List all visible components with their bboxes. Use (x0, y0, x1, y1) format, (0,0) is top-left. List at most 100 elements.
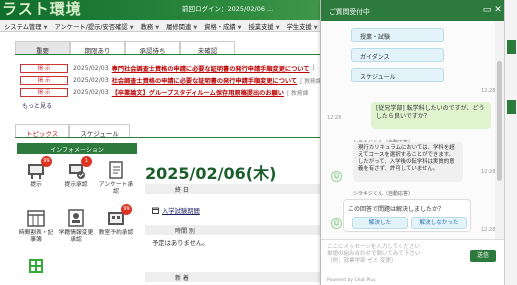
announcement-tabs: 重要 期限あり 承認待ち 未確認 (15, 41, 235, 55)
announcement-date: 2025/02/03 (73, 76, 109, 84)
side-tab[interactable] (507, 40, 516, 54)
list-item: 掲 示 2025/02/03 社会調査士資格の申請に必要な証明書の発行申請手順変… (20, 74, 320, 86)
tab-topics[interactable]: トピックス (15, 124, 70, 138)
room-reservation-icon: 99 (106, 204, 132, 228)
timestamp: 12:28 (327, 115, 342, 121)
menu-grades[interactable]: 資格・成績 ▼ (200, 20, 244, 31)
tab-unconfirmed[interactable]: 未確認 (180, 41, 235, 55)
timetable-icon (26, 208, 46, 228)
shortcut-label: 時間割表・記事簿 (18, 230, 54, 243)
count-badge: 99 (121, 204, 132, 215)
approval-icon: 1 (66, 156, 92, 180)
chat-scrollbar[interactable] (495, 21, 504, 239)
shortcut-extra[interactable] (17, 256, 55, 276)
information-header: インフォメーション (17, 143, 137, 154)
shortcut-timetable[interactable]: 時間割表・記事簿 (17, 208, 55, 244)
bot-avatar-icon: ☺ (331, 218, 342, 229)
shortcut-label: 教室予約承認 (98, 230, 134, 236)
shortcut-room-reservation[interactable]: 99 教室予約承認 (97, 204, 135, 237)
scrollbar-thumb[interactable] (497, 61, 502, 181)
right-sidebar (504, 0, 517, 285)
allday-item-link[interactable]: 入学試験期間 (162, 206, 200, 215)
count-badge: 1 (81, 156, 92, 167)
powered-by: Powered by Chat Plus (327, 278, 376, 283)
option-schedule[interactable]: スケジュール (351, 68, 444, 82)
divider (15, 137, 320, 138)
message-input[interactable]: ここにメッセージを入力してください 単語の組み合わせで聞いてみて下さい （例：就… (327, 244, 467, 265)
chat-header: ご質問受付中 ▭ ✕ (321, 0, 504, 21)
shortcut-label: 提示 (30, 182, 42, 188)
announcement-list: 掲 示 2025/02/03 専門社会調査士資格の申請に必要な証明書の発行申請手… (20, 62, 320, 98)
resolution-survey: この回答で問題は解決しましたか？ 解決した 解決しなかった (343, 199, 471, 232)
bot-message: 現行カリキュラムにおいては、学科を超えてコースを選択することができます。 したが… (353, 142, 463, 182)
menu-class-support[interactable]: 授業支援 ▼ (245, 20, 283, 31)
survey-question: この回答で問題は解決しましたか？ (348, 206, 445, 213)
bot-avatar-icon: ☺ (331, 171, 342, 182)
tab-pending-approval[interactable]: 承認待ち (125, 41, 180, 55)
chevron-down-icon: ▼ (43, 25, 48, 31)
announcement-source: [ (312, 65, 315, 71)
shortcut-notice-approval[interactable]: 1 提示承認 (57, 156, 95, 189)
menu-student-support[interactable]: 学生支援 ▼ (283, 20, 321, 31)
resolved-button[interactable]: 解決した (352, 217, 408, 229)
shortcut-notice[interactable]: 99 提示 (17, 156, 55, 189)
shortcut-label: 学籍情報変更承認 (58, 230, 94, 243)
chat-input-area: ここにメッセージを入力してください 単語の組み合わせで聞いてみて下さい （例：就… (321, 239, 505, 285)
tab-deadline[interactable]: 期限あり (70, 41, 125, 55)
chevron-down-icon: ▼ (193, 25, 198, 31)
shortcut-label: 提示承認 (64, 182, 88, 188)
send-button[interactable]: 送信 (470, 250, 496, 262)
shortcut-label: アンケート承認 (98, 182, 134, 195)
chevron-down-icon: ▼ (129, 25, 134, 31)
announcement-date: 2025/02/03 (73, 88, 109, 96)
announcement-link[interactable]: 社会調査士資格の申請に必要な証明書の発行申請手順変更について (112, 76, 297, 85)
chevron-down-icon: ▼ (313, 25, 318, 31)
chat-title: ご質問受付中 (329, 8, 370, 16)
option-guidance[interactable]: ガイダンス (351, 48, 444, 62)
tab-schedule[interactable]: スケジュール (69, 124, 130, 138)
menu-survey[interactable]: アンケート/提示/安否確認 ▼ (50, 20, 136, 31)
calendar-icon (152, 207, 159, 214)
tab-important[interactable]: 重要 (15, 41, 70, 55)
shortcut-student-record[interactable]: 学籍情報変更承認 (57, 208, 95, 244)
side-tab[interactable] (507, 100, 516, 114)
shortcut-survey-approval[interactable]: アンケート承認 (97, 160, 135, 196)
chevron-down-icon: ▼ (275, 25, 280, 31)
chevron-down-icon: ▼ (155, 25, 160, 31)
timestamp: 12:28 (481, 227, 496, 233)
no-schedule-text: 予定はありません。 (152, 240, 209, 247)
category-badge: 掲 示 (20, 87, 68, 97)
minimize-icon[interactable]: ▭ (482, 5, 492, 15)
timestamp: 12:28 (481, 88, 496, 94)
menu-registration[interactable]: 履修関連 ▼ (162, 20, 200, 31)
timestamp: 12:28 (481, 169, 496, 175)
more-link[interactable]: もっと見る (22, 101, 52, 110)
announcement-link[interactable]: 専門社会調査士資格の申請に必要な証明書の発行申請手順変更について (112, 64, 310, 73)
topic-tabs: トピックス スケジュール (15, 124, 130, 138)
chat-messages: 授業・試験 ガイダンス スケジュール 12:28 [従兄学部] 転学科したいので… (321, 21, 505, 239)
allday-item[interactable]: 入学試験期間 (152, 206, 200, 215)
announcement-link[interactable]: 【卒業論文】グループスタディルーム保存用原稿提出のお願い (112, 88, 284, 97)
menu-system-admin[interactable]: システム管理 ▼ (0, 20, 50, 31)
grid-icon (26, 256, 46, 276)
list-item: 掲 示 2025/02/03 専門社会調査士資格の申請に必要な証明書の発行申請手… (20, 62, 320, 74)
option-classes-exams[interactable]: 授業・試験 (351, 28, 444, 42)
survey-icon (106, 160, 126, 180)
list-item: 掲 示 2025/02/03 【卒業論文】グループスタディルーム保存用原稿提出の… (20, 86, 320, 98)
announcement-source: [ 教務課 (286, 90, 309, 97)
section-new: 新 着 (145, 272, 320, 282)
chevron-down-icon: ▼ (237, 25, 242, 31)
site-title: ラスト環境 (2, 0, 82, 18)
close-icon[interactable]: ✕ (493, 5, 503, 15)
announcement-date: 2025/02/03 (73, 64, 109, 72)
section-timed: 時間 別 (145, 225, 320, 235)
current-date: 2025/02/06(木) (145, 164, 277, 183)
menu-academic[interactable]: 教務 ▼ (137, 20, 162, 31)
login-notice: 前回ログイン：2025/02/06 ... (182, 5, 274, 13)
announcement-source: [ 教務課 (300, 78, 320, 85)
user-message: [従兄学部] 転学科したいのですが、どうしたら良いですか？ (371, 102, 491, 129)
student-record-icon (66, 208, 86, 228)
notice-board-icon: 99 (26, 156, 52, 180)
not-resolved-button[interactable]: 解決しなかった (411, 217, 467, 229)
divider (15, 54, 320, 55)
